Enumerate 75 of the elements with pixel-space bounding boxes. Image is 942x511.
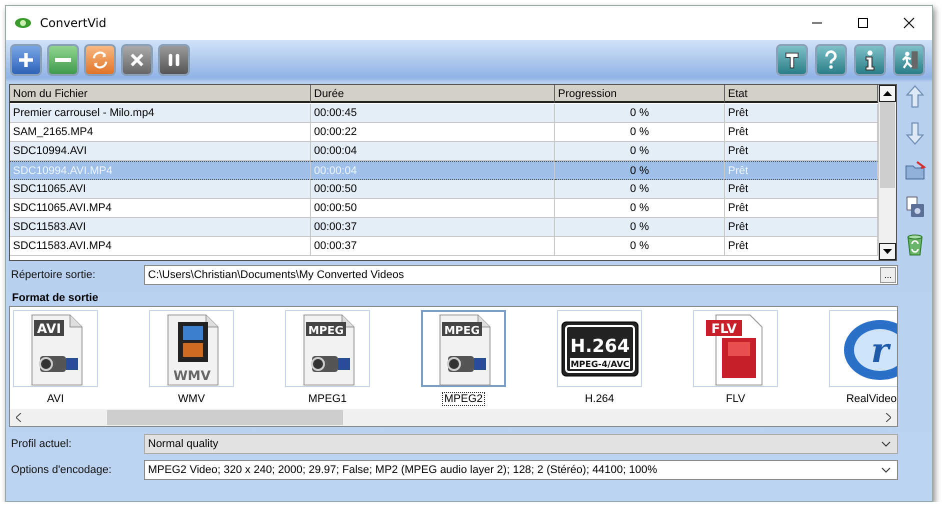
table-cell[interactable]: SDC10994.AVI bbox=[10, 142, 311, 161]
table-cell[interactable]: SDC11065.AVI bbox=[10, 180, 311, 199]
table-cell[interactable]: 00:00:50 bbox=[311, 180, 555, 199]
format-label: WMV bbox=[177, 392, 206, 406]
table-cell[interactable]: Prêt bbox=[725, 218, 878, 237]
format-label: RealVideo bbox=[845, 392, 897, 406]
close-icon[interactable] bbox=[903, 17, 915, 29]
scrollbar-thumb[interactable] bbox=[880, 102, 895, 188]
scroll-up-button[interactable] bbox=[879, 85, 896, 102]
window-title: ConvertVid bbox=[40, 16, 106, 30]
maximize-icon[interactable] bbox=[857, 17, 869, 29]
pause-button[interactable] bbox=[158, 44, 190, 76]
table-cell[interactable]: Prêt bbox=[725, 180, 878, 199]
triangle-up-icon bbox=[883, 91, 892, 96]
table-cell[interactable]: Prêt bbox=[725, 199, 878, 218]
table-cell[interactable]: Premier carrousel - Milo.mp4 bbox=[10, 104, 311, 123]
table-cell[interactable]: Prêt bbox=[725, 123, 878, 142]
tools-button[interactable] bbox=[776, 44, 808, 76]
table-cell[interactable]: 0 % bbox=[555, 237, 725, 256]
table-cell[interactable]: 00:00:45 bbox=[311, 104, 555, 123]
field-label: Répertoire sortie: bbox=[11, 269, 96, 281]
down-arrow-icon[interactable] bbox=[903, 121, 927, 146]
table-cell[interactable]: 00:00:50 bbox=[311, 199, 555, 218]
table-cell[interactable]: 0 % bbox=[555, 104, 725, 123]
table-cell[interactable]: SDC11583.AVI bbox=[10, 218, 311, 237]
exit-button[interactable] bbox=[893, 44, 925, 76]
section-title: Format de sortie bbox=[12, 292, 100, 304]
format-label: FLV bbox=[724, 392, 746, 406]
table-cell[interactable]: 00:00:37 bbox=[311, 218, 555, 237]
add-button[interactable] bbox=[10, 44, 42, 76]
minus-icon bbox=[55, 58, 71, 62]
field-label: Options d'encodage: bbox=[11, 464, 113, 476]
chevron-down-icon bbox=[881, 441, 891, 447]
chevron-down-icon bbox=[881, 467, 891, 473]
column-header[interactable]: Etat bbox=[725, 85, 878, 103]
table-cell[interactable]: 0 % bbox=[555, 123, 725, 142]
table-cell[interactable]: 0 % bbox=[555, 142, 725, 161]
scroll-down-button[interactable] bbox=[879, 243, 896, 260]
format-label: MPEG2 bbox=[442, 392, 485, 406]
output-folder-field[interactable]: C:\Users\Christian\Documents\My Converted Videos ... bbox=[144, 265, 898, 285]
format-label: H.264 bbox=[584, 392, 616, 406]
table-cell[interactable]: 0 % bbox=[555, 199, 725, 218]
table-cell[interactable]: Prêt bbox=[725, 104, 878, 123]
up-arrow-icon[interactable] bbox=[903, 84, 927, 109]
scrollbar-thumb[interactable] bbox=[107, 410, 343, 425]
convert-button[interactable] bbox=[84, 44, 116, 76]
table-cell[interactable]: 0 % bbox=[555, 180, 725, 199]
scroll-right-icon[interactable] bbox=[886, 413, 891, 422]
help-button[interactable] bbox=[815, 44, 847, 76]
table-cell[interactable]: 00:00:22 bbox=[311, 123, 555, 142]
info-button[interactable] bbox=[854, 44, 886, 76]
profile-dropdown[interactable]: Normal quality bbox=[144, 434, 898, 454]
table-cell[interactable]: Prêt bbox=[725, 237, 878, 256]
app-icon bbox=[14, 17, 32, 29]
table-cell[interactable]: 0 % bbox=[555, 218, 725, 237]
table-cell[interactable]: SDC11065.AVI.MP4 bbox=[10, 199, 311, 218]
info-icon bbox=[865, 50, 875, 70]
table-cell[interactable]: SDC11583.AVI.MP4 bbox=[10, 237, 311, 256]
table-cell[interactable]: SAM_2165.MP4 bbox=[10, 123, 311, 142]
remove-button[interactable] bbox=[47, 44, 79, 76]
format-label: MPEG1 bbox=[307, 392, 348, 406]
column-header[interactable]: Progression bbox=[555, 85, 725, 103]
format-label: AVI bbox=[46, 392, 65, 406]
table-cell[interactable]: 0 % bbox=[555, 161, 725, 180]
column-header[interactable]: Durée bbox=[311, 85, 555, 103]
column-header[interactable]: Nom du Fichier bbox=[10, 85, 311, 103]
table-cell[interactable]: Prêt bbox=[725, 142, 878, 161]
table-cell[interactable]: 00:00:37 bbox=[311, 237, 555, 256]
scroll-left-icon[interactable] bbox=[16, 413, 21, 422]
table-cell[interactable]: 00:00:04 bbox=[311, 142, 555, 161]
encoding-options-dropdown[interactable]: MPEG2 Video; 320 x 240; 2000; 29.97; False; MP2 (MPEG audio layer 2); 128; 2 (Stéréo); 44100; 100% bbox=[144, 460, 898, 480]
field-label: Profil actuel: bbox=[11, 438, 73, 450]
cancel-button[interactable] bbox=[121, 44, 153, 76]
triangle-down-icon bbox=[883, 249, 892, 254]
browse-button[interactable]: ... bbox=[880, 267, 896, 283]
